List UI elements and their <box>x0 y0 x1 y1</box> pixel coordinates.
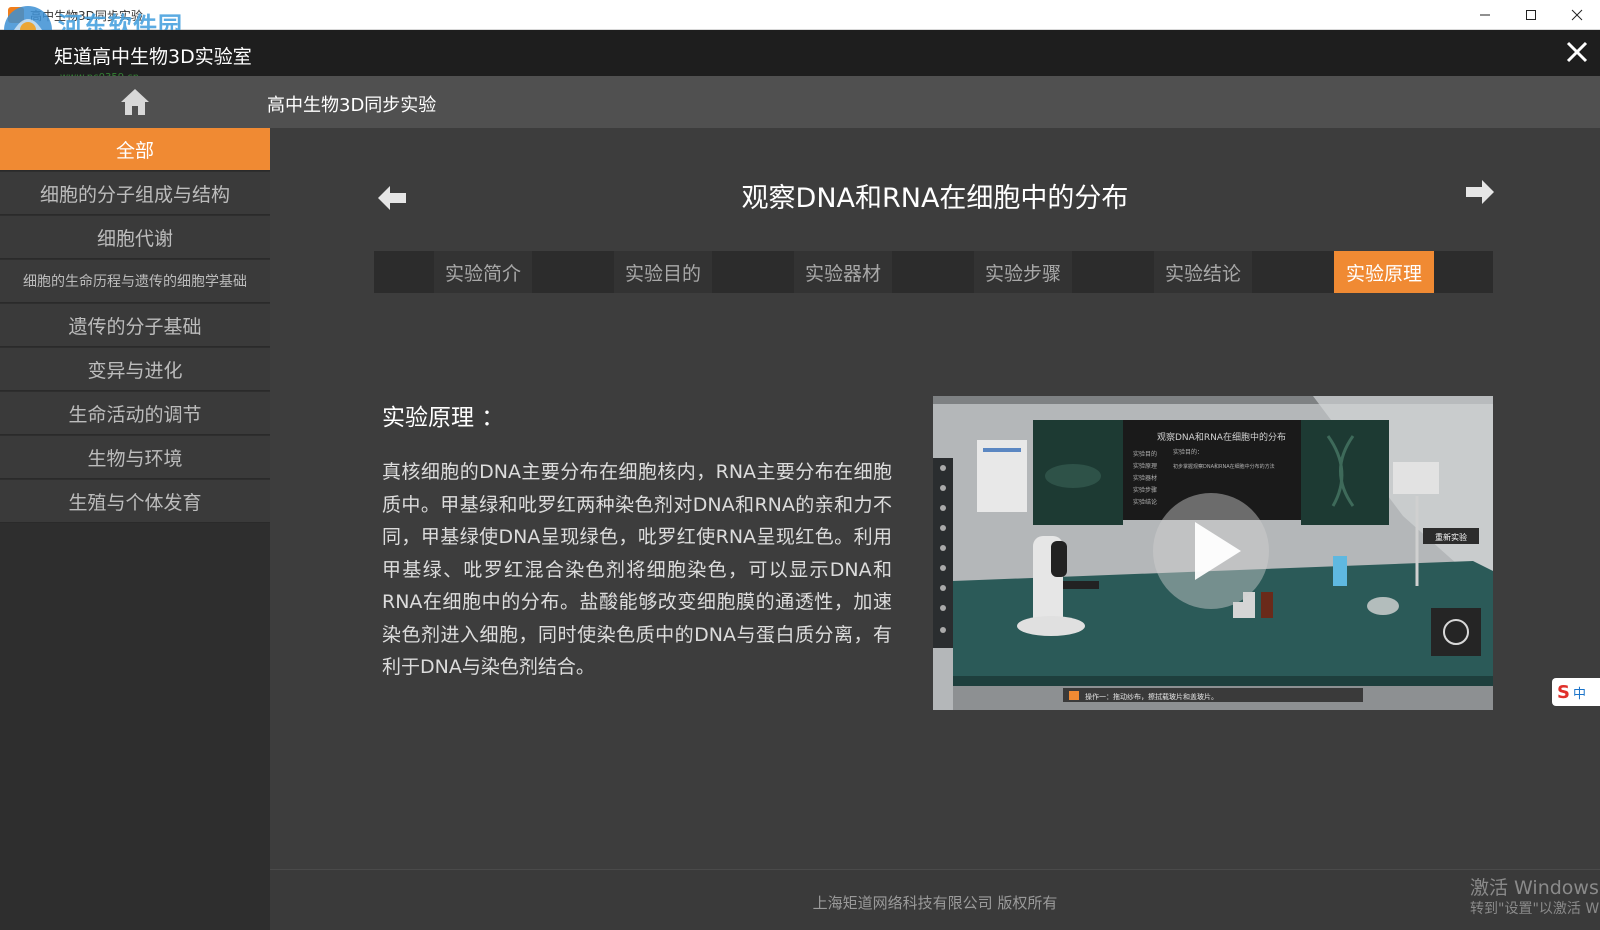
sidebar-item-ecology[interactable]: 生物与环境 <box>0 436 270 479</box>
copyright-text: 上海矩道网络科技有限公司 版权所有 <box>812 894 1058 912</box>
sidebar-item-cell-metabolism[interactable]: 细胞代谢 <box>0 216 270 259</box>
sidebar-item-reproduction[interactable]: 生殖与个体发育 <box>0 480 270 523</box>
principle-text: 真核细胞的DNA主要分布在细胞核内，RNA主要分布在细胞质中。甲基绿和吡罗红两种… <box>382 461 892 678</box>
ime-indicator[interactable]: S 中 <box>1552 678 1600 706</box>
play-icon[interactable] <box>1153 493 1269 609</box>
tab-conclusion[interactable]: 实验结论 <box>1154 251 1252 293</box>
section-heading: 实验原理 ： <box>382 405 505 431</box>
app-header: www.pc0359.cn 矩道高中生物3D实验室 <box>0 30 1600 83</box>
main-content: 观察DNA和RNA在细胞中的分布 实验简介 实验目的 实验器材 实验步骤 实验结… <box>270 128 1600 930</box>
board-right-item: 实验目的： <box>1173 448 1203 456</box>
video-caption: 操作一：拖动纱布，擦拭载玻片和盖玻片。 <box>1085 692 1218 701</box>
window-close-button[interactable] <box>1554 0 1600 30</box>
sidebar-item-all[interactable]: 全部 <box>0 128 270 171</box>
os-titlebar: 高中生物3D同步实验 河东软件园 <box>0 0 1600 54</box>
activate-windows-sub: 转到"设置"以激活 Windows。 <box>1470 901 1600 917</box>
sidebar-item-variation-evolution[interactable]: 变异与进化 <box>0 348 270 391</box>
maximize-button[interactable] <box>1508 0 1554 30</box>
sidebar-item-life-regulation[interactable]: 生命活动的调节 <box>0 392 270 435</box>
minimize-icon <box>1480 14 1490 16</box>
experiment-title: 观察DNA和RNA在细胞中的分布 <box>741 183 1129 214</box>
ime-language-label: 中 <box>1572 686 1586 702</box>
minimize-button[interactable] <box>1462 0 1508 30</box>
board-left-item: 实验步骤 <box>1133 486 1157 494</box>
tab-principle[interactable]: 实验原理 <box>1334 251 1434 293</box>
tab-bar: 实验简介 实验目的 实验器材 实验步骤 实验结论 实验原理 <box>374 251 1493 293</box>
arrow-right-icon[interactable] <box>1462 174 1498 210</box>
tab-purpose[interactable]: 实验目的 <box>614 251 712 293</box>
sub-header: 高中生物3D同步实验 <box>0 76 1600 128</box>
video-player[interactable]: 观察DNA和RNA在细胞中的分布 实验目的 实验原理 实验器材 实验步骤 实验结… <box>933 396 1493 710</box>
home-button[interactable] <box>0 76 270 128</box>
board-left-item: 实验结论 <box>1133 498 1157 506</box>
footer: 上海矩道网络科技有限公司 版权所有 <box>270 869 1600 930</box>
board-left-item: 实验原理 <box>1133 462 1157 470</box>
close-x-icon[interactable] <box>1562 37 1592 67</box>
app-title: 矩道高中生物3D实验室 <box>54 46 252 68</box>
sidebar-item-molecular-genetics[interactable]: 遗传的分子基础 <box>0 304 270 347</box>
activate-windows-title: 激活 Windows <box>1470 877 1599 899</box>
board-left-item: 实验器材 <box>1133 474 1157 482</box>
sidebar-item-cell-structure[interactable]: 细胞的分子组成与结构 <box>0 172 270 215</box>
close-icon <box>1571 9 1583 21</box>
tab-intro[interactable]: 实验简介 <box>434 251 532 293</box>
maximize-icon <box>1526 10 1536 20</box>
home-icon <box>121 89 149 115</box>
sidebar-item-cell-life-history[interactable]: 细胞的生命历程与遗传的细胞学基础 <box>0 260 270 303</box>
sogou-icon: S <box>1557 681 1570 703</box>
sub-title: 高中生物3D同步实验 <box>267 95 437 116</box>
board-title: 观察DNA和RNA在细胞中的分布 <box>1157 431 1286 443</box>
sidebar: 全部 细胞的分子组成与结构 细胞代谢 细胞的生命历程与遗传的细胞学基础 遗传的分… <box>0 128 270 930</box>
board-right-item: 初步掌握观察DNA和RNA在细胞中分布的方法 <box>1173 463 1275 470</box>
lab-scene-illustration: 观察DNA和RNA在细胞中的分布 实验目的 实验原理 实验器材 实验步骤 实验结… <box>933 396 1493 710</box>
board-left-item: 实验目的 <box>1133 450 1157 458</box>
restart-label: 重新实验 <box>1435 532 1467 542</box>
tab-equipment[interactable]: 实验器材 <box>794 251 892 293</box>
tab-steps[interactable]: 实验步骤 <box>974 251 1072 293</box>
